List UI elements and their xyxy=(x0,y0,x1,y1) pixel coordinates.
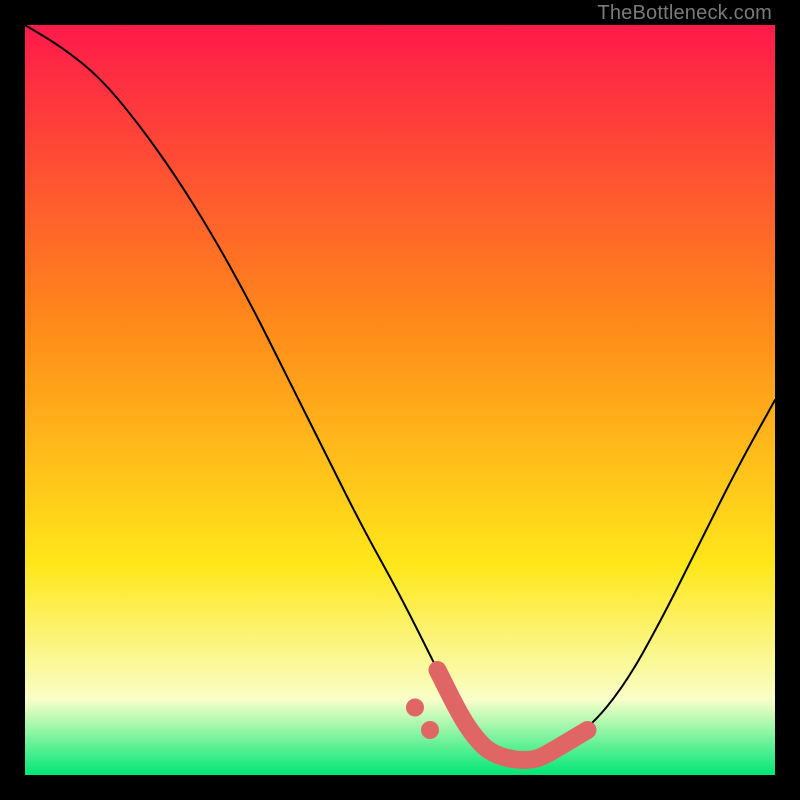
bottleneck-chart xyxy=(25,25,775,775)
gradient-background xyxy=(25,25,775,775)
highlight-dot xyxy=(421,721,439,739)
highlight-dot xyxy=(406,699,424,717)
chart-frame xyxy=(25,25,775,775)
watermark-text: TheBottleneck.com xyxy=(597,2,772,25)
